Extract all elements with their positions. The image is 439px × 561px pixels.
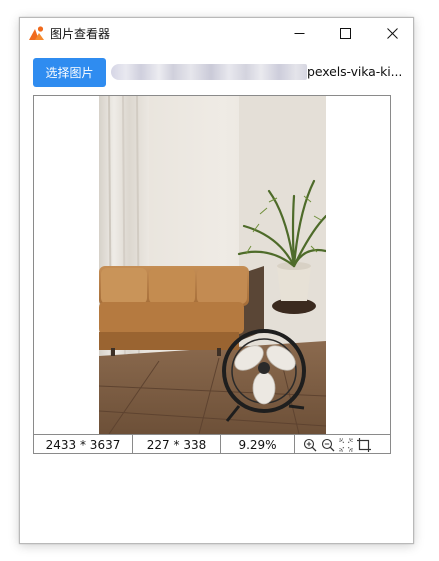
image-canvas[interactable] xyxy=(34,96,390,434)
maximize-button[interactable] xyxy=(322,18,368,48)
original-size-text: 2433 * 3637 xyxy=(45,437,121,452)
display-size-cell: 227 * 338 xyxy=(133,435,221,454)
original-size-cell: 2433 * 3637 xyxy=(34,435,133,454)
zoom-cell: 9.29% xyxy=(221,435,295,454)
maximize-icon xyxy=(339,27,351,39)
display-size-text: 227 * 338 xyxy=(146,437,207,452)
file-path-field[interactable]: pexels-vika-ki... xyxy=(111,61,411,83)
path-redacted-blur xyxy=(111,64,307,80)
image-viewer-panel: 2433 * 3637 227 * 338 9.29% xyxy=(33,95,391,454)
zoom-out-icon[interactable] xyxy=(321,438,335,452)
minimize-button[interactable] xyxy=(276,18,322,48)
app-icon xyxy=(29,26,44,40)
window-title: 图片查看器 xyxy=(50,27,111,41)
close-icon xyxy=(386,27,398,39)
minimize-icon xyxy=(294,32,304,34)
close-button[interactable] xyxy=(369,18,415,48)
displayed-photo xyxy=(99,96,326,434)
title-bar[interactable]: 图片查看器 xyxy=(20,18,413,48)
image-viewer-window: 图片查看器 选择图片 pexels-vika-ki... 2433 * 3637… xyxy=(19,17,414,544)
file-path-text: pexels-vika-ki... xyxy=(307,64,403,79)
fit-screen-icon[interactable] xyxy=(339,438,353,452)
zoom-in-icon[interactable] xyxy=(303,438,317,452)
crop-icon[interactable] xyxy=(357,437,371,452)
view-tools xyxy=(295,435,390,454)
zoom-level-text: 9.29% xyxy=(238,437,277,452)
status-bar: 2433 * 3637 227 * 338 9.29% xyxy=(34,434,390,454)
choose-image-button[interactable]: 选择图片 xyxy=(33,58,106,87)
